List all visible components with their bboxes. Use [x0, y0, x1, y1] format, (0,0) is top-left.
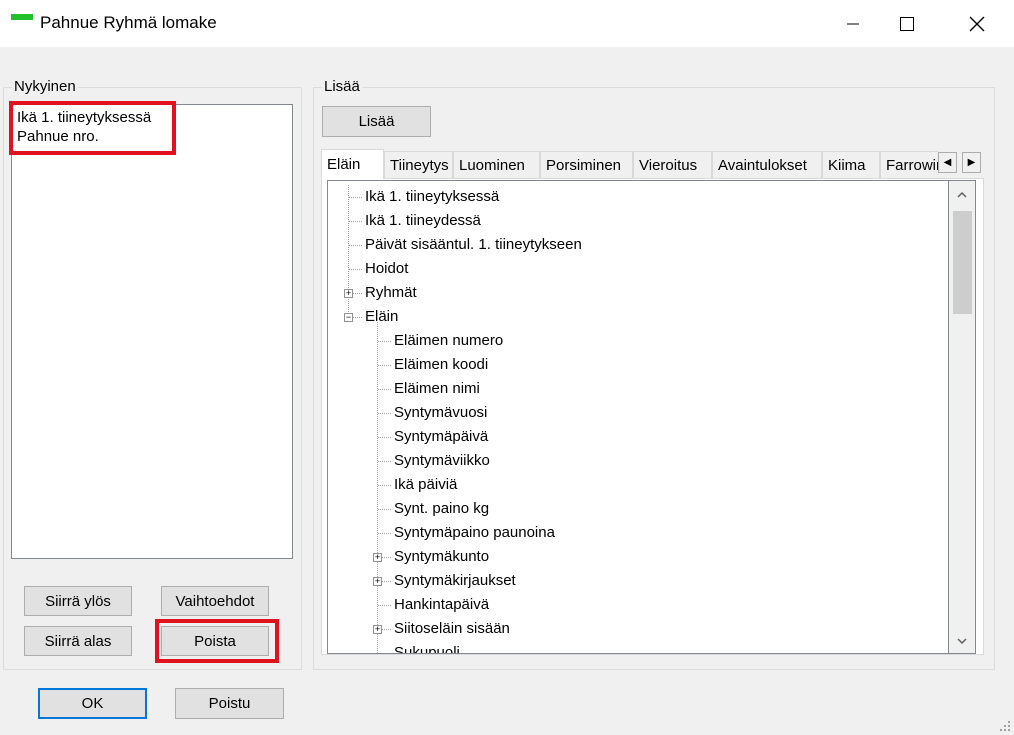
tab-scroll-right-button[interactable]: ▶ [962, 152, 981, 173]
tab-pregnancy[interactable]: Tiineytys [384, 151, 453, 178]
tab-weaning[interactable]: Vieroitus [633, 151, 712, 178]
tree-node[interactable]: Sukupuoli [394, 643, 460, 653]
tree-node[interactable]: Ryhmät [365, 283, 417, 303]
tree-node[interactable]: Siitoseläin sisään [394, 619, 510, 639]
maximize-button[interactable] [884, 0, 930, 47]
tree-node[interactable]: Synt. paino kg [394, 499, 489, 519]
tab-heat[interactable]: Kiima [822, 151, 880, 178]
current-listbox[interactable]: Ikä 1. tiineytyksessä Pahnue nro. [11, 104, 293, 559]
window-title: Pahnue Ryhmä lomake [40, 13, 217, 32]
title-bar: Pahnue Ryhmä lomake [0, 0, 1014, 47]
tree-node[interactable]: Ikä päiviä [394, 475, 457, 495]
maximize-icon [900, 16, 914, 31]
minimize-icon [847, 23, 859, 24]
tree-node[interactable]: Eläimen koodi [394, 355, 488, 375]
tree-scrollbar[interactable] [949, 180, 976, 654]
tree-node[interactable]: Syntymäkirjaukset [394, 571, 516, 591]
tree-node[interactable]: Syntymävuosi [394, 403, 487, 423]
expand-plus-icon[interactable]: + [373, 553, 382, 562]
tab-farrowing-en[interactable]: Farrowing [880, 151, 938, 178]
add-group-label: Lisää [322, 78, 362, 95]
tree-node[interactable]: Eläin [365, 307, 398, 327]
move-up-button[interactable]: Siirrä ylös [24, 586, 132, 616]
tree-node[interactable]: Hoidot [365, 259, 408, 279]
add-button[interactable]: Lisää [322, 106, 431, 137]
chevron-down-icon [957, 638, 967, 644]
tree-node[interactable]: Päivät sisääntul. 1. tiineytykseen [365, 235, 582, 255]
triangle-left-icon: ◀ [943, 157, 952, 168]
tree-node[interactable]: Syntymäviikko [394, 451, 490, 471]
move-down-button[interactable]: Siirrä alas [24, 626, 132, 656]
close-icon [969, 16, 985, 31]
app-icon [11, 14, 33, 30]
tree-node[interactable]: Ikä 1. tiineytyksessä [365, 187, 499, 207]
exit-button[interactable]: Poistu [175, 688, 284, 719]
tab-strip: Eläin Tiineytys Luominen Porsiminen Vier… [321, 149, 938, 179]
ok-button[interactable]: OK [38, 688, 147, 719]
field-tree[interactable]: Ikä 1. tiineytyksessä Ikä 1. tiineydessä P… [327, 180, 949, 654]
chevron-up-icon [957, 192, 967, 198]
tab-gilts[interactable]: Luominen [453, 151, 540, 178]
scroll-down-button[interactable] [949, 631, 975, 651]
collapse-minus-icon[interactable]: − [344, 313, 353, 322]
tree-node[interactable]: Syntymäpäivä [394, 427, 488, 447]
scroll-up-button[interactable] [949, 185, 975, 205]
expand-plus-icon[interactable]: + [373, 577, 382, 586]
tab-animal[interactable]: Eläin [321, 149, 384, 179]
triangle-right-icon: ▶ [967, 157, 976, 168]
highlight-annotation [155, 619, 279, 663]
tab-farrowing[interactable]: Porsiminen [540, 151, 633, 178]
tree-node[interactable]: Eläimen numero [394, 331, 503, 351]
resize-grip-icon[interactable] [1000, 721, 1010, 731]
tab-scroll-left-button[interactable]: ◀ [938, 152, 957, 173]
tree-node[interactable]: Syntymäkunto [394, 547, 489, 567]
options-button[interactable]: Vaihtoehdot [161, 586, 269, 616]
close-button[interactable] [954, 0, 1000, 47]
tree-node[interactable]: Syntymäpaino paunoina [394, 523, 555, 543]
expand-plus-icon[interactable]: + [344, 289, 353, 298]
scroll-thumb[interactable] [953, 211, 972, 314]
tree-node[interactable]: Ikä 1. tiineydessä [365, 211, 481, 231]
tree-node[interactable]: Eläimen nimi [394, 379, 480, 399]
expand-plus-icon[interactable]: + [373, 625, 382, 634]
minimize-button[interactable] [830, 0, 876, 47]
highlight-annotation [9, 101, 176, 155]
tab-key-results[interactable]: Avaintulokset [712, 151, 822, 178]
tree-node[interactable]: Hankintapäivä [394, 595, 489, 615]
current-group-label: Nykyinen [12, 78, 78, 95]
